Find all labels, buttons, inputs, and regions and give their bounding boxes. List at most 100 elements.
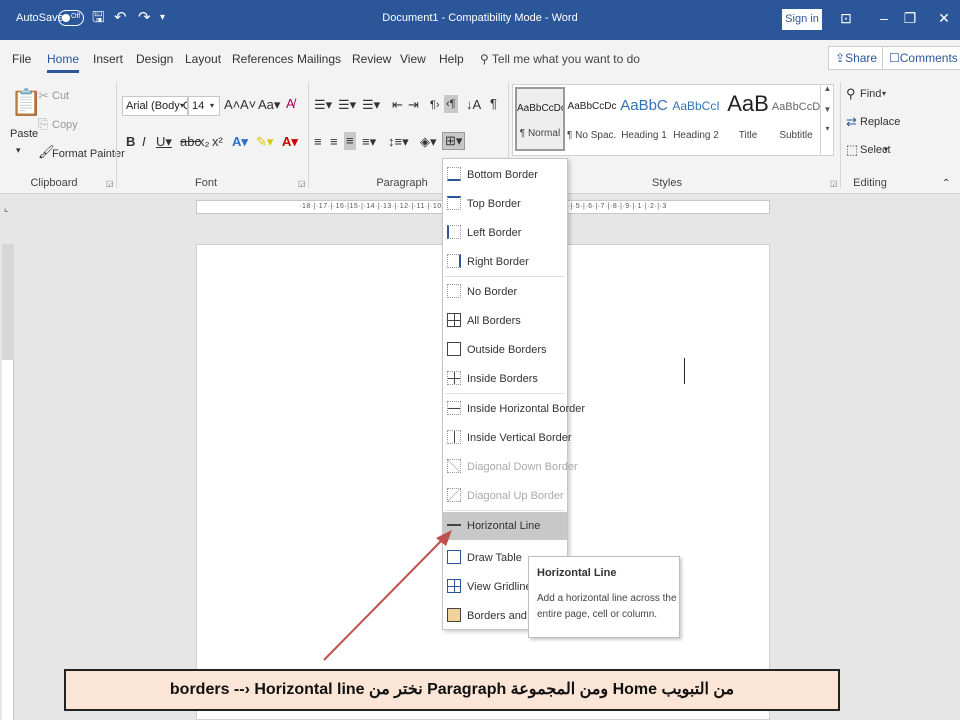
font-name-field[interactable]: Arial (Body CS) <box>122 96 188 116</box>
close-icon[interactable]: ✕ <box>934 10 954 27</box>
style-normal[interactable]: AaBbCcDc ¶ Normal <box>515 87 565 151</box>
sign-in-button[interactable]: Sign in <box>782 9 822 30</box>
menu-item-inside-vertical-border[interactable]: Inside Vertical Border <box>443 424 572 452</box>
menu-divider <box>445 276 565 277</box>
borders-shading-icon <box>447 608 461 622</box>
change-case-icon[interactable]: Aa▾ <box>258 97 280 113</box>
paste-button[interactable]: Paste <box>10 128 38 140</box>
gridlines-icon <box>447 579 461 593</box>
underline-icon[interactable]: U▾ <box>156 134 172 150</box>
tell-me-search[interactable]: ⚲ Tell me what you want to do <box>480 52 640 66</box>
style-heading-2[interactable]: AaBbCcI Heading 2 <box>671 87 721 151</box>
editing-group-label: Editing <box>853 177 887 189</box>
shrink-font-icon[interactable]: A˅ <box>240 97 256 113</box>
ribbon-display-icon[interactable]: ⊡ <box>836 10 856 27</box>
styles-launcher-icon[interactable]: ◲ <box>830 179 838 188</box>
vertical-ruler[interactable] <box>2 244 14 720</box>
shading-icon[interactable]: ◈▾ <box>420 134 437 150</box>
font-size-field[interactable]: 14 <box>188 96 220 116</box>
tab-selector-icon[interactable]: ⌞ <box>4 200 8 216</box>
tab-view[interactable]: View <box>400 52 426 66</box>
right-border-icon <box>447 254 461 268</box>
style-title[interactable]: AaB Title <box>723 87 773 151</box>
menu-item-diagonal-up-border: Diagonal Up Border <box>443 482 567 510</box>
menu-item-label: Right Border <box>467 256 529 268</box>
find-dropdown-icon[interactable]: ▾ <box>882 86 886 102</box>
font-color-icon[interactable]: A▾ <box>282 134 298 150</box>
menu-item-left-border[interactable]: Left Border <box>443 219 567 247</box>
find-button[interactable]: Find <box>860 88 881 100</box>
subscript-icon[interactable]: x₂ <box>198 134 210 150</box>
rtl-icon[interactable]: ‹¶ <box>444 95 458 113</box>
tab-design[interactable]: Design <box>136 52 173 66</box>
cut-button[interactable]: Cut <box>52 90 69 102</box>
bullets-icon[interactable]: ☰▾ <box>314 97 332 113</box>
tab-file[interactable]: File <box>12 52 31 66</box>
group-divider <box>116 82 117 188</box>
format-painter-button[interactable]: Format Painter <box>52 148 125 160</box>
replace-button[interactable]: Replace <box>860 116 900 128</box>
find-icon: ⚲ <box>846 86 856 101</box>
decrease-indent-icon[interactable]: ⇤ <box>392 97 403 113</box>
text-effects-icon[interactable]: A▾ <box>232 134 248 150</box>
font-name-value: Arial (Body CS) <box>126 100 187 112</box>
ltr-icon[interactable]: ¶› <box>430 97 440 113</box>
show-formatting-icon[interactable]: ¶ <box>490 96 497 112</box>
scroll-down-icon[interactable]: ▼ <box>821 105 834 114</box>
menu-item-label: Top Border <box>467 198 521 210</box>
tab-references[interactable]: References <box>232 52 293 66</box>
italic-icon[interactable]: I <box>142 134 146 150</box>
align-left-icon[interactable]: ≡ <box>314 134 322 150</box>
minimize-icon[interactable]: – <box>874 10 894 26</box>
clipboard-launcher-icon[interactable]: ◲ <box>106 179 114 188</box>
search-icon: ⚲ <box>480 52 492 66</box>
tab-home[interactable]: Home <box>47 52 80 73</box>
bold-icon[interactable]: B <box>126 134 135 150</box>
menu-item-all-borders[interactable]: All Borders <box>443 307 567 335</box>
style-no-spacing[interactable]: AaBbCcDc ¶ No Spac... <box>567 87 617 151</box>
horizontal-line-icon <box>447 518 461 526</box>
menu-item-right-border[interactable]: Right Border <box>443 248 567 276</box>
comments-button[interactable]: ☐Comments <box>882 46 960 70</box>
menu-item-outside-borders[interactable]: Outside Borders <box>443 336 567 364</box>
tab-mailings[interactable]: Mailings <box>297 52 341 66</box>
menu-item-no-border[interactable]: No Border <box>443 278 567 306</box>
tab-layout[interactable]: Layout <box>185 52 221 66</box>
style-subtitle[interactable]: AaBbCcD Subtitle <box>771 87 821 151</box>
increase-indent-icon[interactable]: ⇥ <box>408 97 419 113</box>
share-button[interactable]: ⇪Share <box>828 46 885 70</box>
collapse-ribbon-icon[interactable]: ⌃ <box>942 176 950 192</box>
multilevel-list-icon[interactable]: ☰▾ <box>362 97 380 113</box>
restore-icon[interactable]: ❐ <box>900 10 920 27</box>
paste-dropdown-icon[interactable]: ▾ <box>16 142 21 158</box>
line-spacing-icon[interactable]: ↕≡▾ <box>388 134 409 150</box>
select-dropdown-icon[interactable]: ▾ <box>884 142 888 158</box>
clear-formatting-icon[interactable]: A̸ <box>286 96 295 112</box>
menu-item-horizontal-line[interactable]: Horizontal Line <box>443 512 567 540</box>
menu-item-top-border[interactable]: Top Border <box>443 190 567 218</box>
menu-item-inside-horizontal-border[interactable]: Inside Horizontal Border <box>443 395 585 423</box>
sort-icon[interactable]: ↓A <box>466 97 481 113</box>
justify-icon[interactable]: ≡▾ <box>362 134 376 150</box>
tab-insert[interactable]: Insert <box>93 52 123 66</box>
copy-button[interactable]: Copy <box>52 119 78 131</box>
grow-font-icon[interactable]: A˄ <box>224 97 240 113</box>
menu-item-label: Outside Borders <box>467 344 547 356</box>
styles-gallery-scroll[interactable]: ▲ ▼ ▾ <box>820 84 834 156</box>
style-heading-1[interactable]: AaBbC Heading 1 <box>619 87 669 151</box>
menu-item-inside-borders[interactable]: Inside Borders <box>443 365 567 393</box>
tab-help[interactable]: Help <box>439 52 464 66</box>
tab-review[interactable]: Review <box>352 52 391 66</box>
superscript-icon[interactable]: x² <box>212 134 223 150</box>
scroll-up-icon[interactable]: ▲ <box>821 84 834 93</box>
borders-button[interactable]: ⊞▾ <box>442 132 466 150</box>
menu-item-bottom-border[interactable]: Bottom Border <box>443 161 567 189</box>
font-launcher-icon[interactable]: ◲ <box>298 179 306 188</box>
highlight-icon[interactable]: ✎▾ <box>256 134 273 150</box>
font-size-dropdown-icon[interactable]: ▾ <box>210 98 214 114</box>
align-right-icon[interactable]: ≡ <box>344 132 356 150</box>
more-styles-icon[interactable]: ▾ <box>821 124 834 133</box>
center-icon[interactable]: ≡ <box>330 134 338 150</box>
font-name-dropdown-icon[interactable]: ▾ <box>180 98 184 114</box>
numbering-icon[interactable]: ☰▾ <box>338 97 356 113</box>
